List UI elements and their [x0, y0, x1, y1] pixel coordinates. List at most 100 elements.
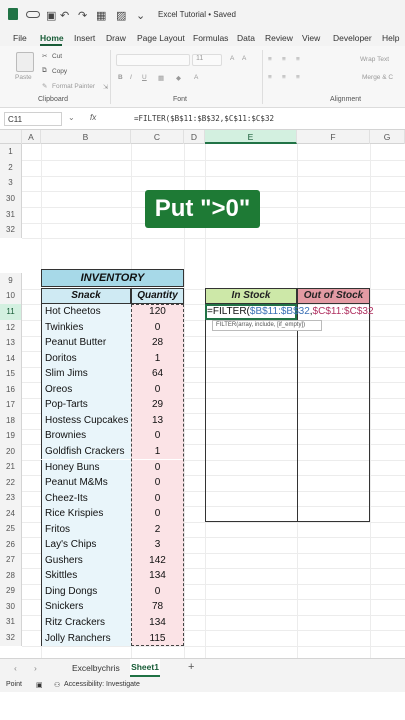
- row-header-1[interactable]: 1: [0, 144, 22, 160]
- snack-cell[interactable]: Gushers: [41, 552, 131, 569]
- macro-icon[interactable]: ▣: [36, 681, 43, 689]
- snack-cell[interactable]: Slim Jims: [41, 366, 131, 382]
- paste-icon[interactable]: [16, 52, 34, 72]
- function-tooltip[interactable]: FILTER(array, include, [if_empty]): [212, 320, 322, 331]
- snack-cell[interactable]: Skittles: [41, 568, 131, 584]
- increase-font-icon[interactable]: A: [230, 55, 234, 62]
- tab-draw[interactable]: Draw: [106, 33, 126, 43]
- row-header-19[interactable]: 19: [0, 428, 22, 444]
- snack-cell[interactable]: Doritos: [41, 350, 131, 367]
- row-header-15[interactable]: 15: [0, 366, 22, 382]
- column-header-b[interactable]: B: [41, 130, 131, 144]
- column-header-c[interactable]: C: [131, 130, 184, 144]
- row-header-20[interactable]: 20: [0, 444, 22, 460]
- name-box[interactable]: C11: [4, 112, 62, 126]
- select-all-corner[interactable]: [0, 130, 22, 144]
- format-painter-button[interactable]: Format Painter: [52, 83, 95, 90]
- tab-review[interactable]: Review: [265, 33, 293, 43]
- snack-cell[interactable]: Hostess Cupcakes: [41, 412, 131, 429]
- row-header-31[interactable]: 31: [0, 614, 22, 630]
- tab-help[interactable]: Help: [382, 33, 399, 43]
- row-header-3[interactable]: 3: [0, 175, 22, 191]
- row-header-12[interactable]: 12: [0, 320, 22, 336]
- row-header-2[interactable]: 2: [0, 160, 22, 176]
- row-header-28[interactable]: 28: [0, 568, 22, 584]
- cell-formula-text[interactable]: =FILTER($B$11:$B$32,$C$11:$C$32: [207, 306, 374, 318]
- column-header-e[interactable]: E: [205, 130, 297, 144]
- snack-cell[interactable]: Rice Krispies: [41, 506, 131, 522]
- row-header-27[interactable]: 27: [0, 552, 22, 568]
- snack-cell[interactable]: Brownies: [41, 428, 131, 444]
- align-top-icon[interactable]: ≡: [268, 56, 272, 63]
- row-header-32[interactable]: 32: [0, 222, 22, 238]
- wrap-text-button[interactable]: Wrap Text: [360, 56, 389, 63]
- save-icon[interactable]: ▣: [46, 9, 56, 22]
- font-name-select[interactable]: [116, 54, 190, 66]
- row-header-23[interactable]: 23: [0, 490, 22, 506]
- table-icon[interactable]: ▦: [96, 9, 106, 22]
- row-header-30[interactable]: 30: [0, 599, 22, 615]
- snack-cell[interactable]: Cheez-Its: [41, 490, 131, 507]
- tab-file[interactable]: File: [13, 33, 27, 43]
- column-header-g[interactable]: G: [370, 130, 405, 144]
- italic-button[interactable]: I: [130, 74, 132, 81]
- snack-cell[interactable]: Goldfish Crackers: [41, 443, 131, 460]
- row-header-10[interactable]: 10: [0, 288, 22, 304]
- row-header-26[interactable]: 26: [0, 537, 22, 553]
- decrease-font-icon[interactable]: A: [242, 55, 246, 62]
- redo-icon[interactable]: ↷: [78, 9, 87, 22]
- accessibility-status[interactable]: Accessibility: Investigate: [64, 681, 140, 688]
- font-size-select[interactable]: 11: [192, 54, 222, 66]
- tab-developer[interactable]: Developer: [333, 33, 372, 43]
- undo-icon[interactable]: ↶: [60, 9, 69, 22]
- snack-cell[interactable]: Jolly Ranchers: [41, 630, 131, 647]
- merge-center-button[interactable]: Merge & C: [362, 74, 393, 81]
- formula-input[interactable]: =FILTER($B$11:$B$32,$C$11:$C$32: [134, 114, 274, 123]
- bold-button[interactable]: B: [118, 74, 123, 81]
- font-color-icon[interactable]: A: [194, 74, 198, 81]
- align-bottom-icon[interactable]: ≡: [296, 56, 300, 63]
- dialog-launcher-icon[interactable]: ⇲: [103, 83, 108, 91]
- name-box-dropdown-icon[interactable]: ⌄: [68, 113, 75, 122]
- align-center-icon[interactable]: ≡: [282, 74, 286, 81]
- add-sheet-button[interactable]: +: [188, 661, 194, 673]
- image-icon[interactable]: ▨: [116, 9, 126, 22]
- align-left-icon[interactable]: ≡: [268, 74, 272, 81]
- snack-cell[interactable]: Lay's Chips: [41, 537, 131, 553]
- sheet-tab-sheet1[interactable]: Sheet1: [130, 659, 160, 677]
- snack-cell[interactable]: Ritz Crackers: [41, 615, 131, 631]
- copy-button[interactable]: Copy: [52, 68, 67, 75]
- snack-cell[interactable]: Pop-Tarts: [41, 397, 131, 413]
- cut-button[interactable]: Cut: [52, 53, 62, 60]
- fx-icon[interactable]: fx: [90, 113, 96, 122]
- row-header-25[interactable]: 25: [0, 521, 22, 537]
- row-header-24[interactable]: 24: [0, 506, 22, 522]
- align-middle-icon[interactable]: ≡: [282, 56, 286, 63]
- row-header-18[interactable]: 18: [0, 413, 22, 429]
- tab-home[interactable]: Home: [40, 33, 64, 43]
- underline-button[interactable]: U: [142, 74, 147, 81]
- snack-cell[interactable]: Fritos: [41, 521, 131, 538]
- row-header-22[interactable]: 22: [0, 475, 22, 491]
- chevron-down-icon[interactable]: ⌄: [136, 9, 145, 22]
- row-header-21[interactable]: 21: [0, 459, 22, 475]
- snack-cell[interactable]: Twinkies: [41, 319, 131, 336]
- tab-view[interactable]: View: [302, 33, 320, 43]
- snack-cell[interactable]: Peanut M&Ms: [41, 475, 131, 491]
- chevron-left-icon[interactable]: ‹: [14, 663, 17, 673]
- tab-insert[interactable]: Insert: [74, 33, 95, 43]
- tab-data[interactable]: Data: [237, 33, 255, 43]
- sheet-tab-excelbychris[interactable]: Excelbychris: [72, 663, 120, 673]
- column-header-f[interactable]: F: [297, 130, 370, 144]
- row-header-32[interactable]: 32: [0, 630, 22, 646]
- tab-formulas[interactable]: Formulas: [193, 33, 228, 43]
- row-header-30[interactable]: 30: [0, 191, 22, 207]
- snack-cell[interactable]: Ding Dongs: [41, 583, 131, 600]
- column-header-d[interactable]: D: [184, 130, 205, 144]
- row-header-16[interactable]: 16: [0, 382, 22, 398]
- column-header-a[interactable]: A: [22, 130, 41, 144]
- tab-page-layout[interactable]: Page Layout: [137, 33, 185, 43]
- snack-cell[interactable]: Hot Cheetos: [41, 304, 131, 320]
- row-header-17[interactable]: 17: [0, 397, 22, 413]
- row-header-9[interactable]: 9: [0, 273, 22, 289]
